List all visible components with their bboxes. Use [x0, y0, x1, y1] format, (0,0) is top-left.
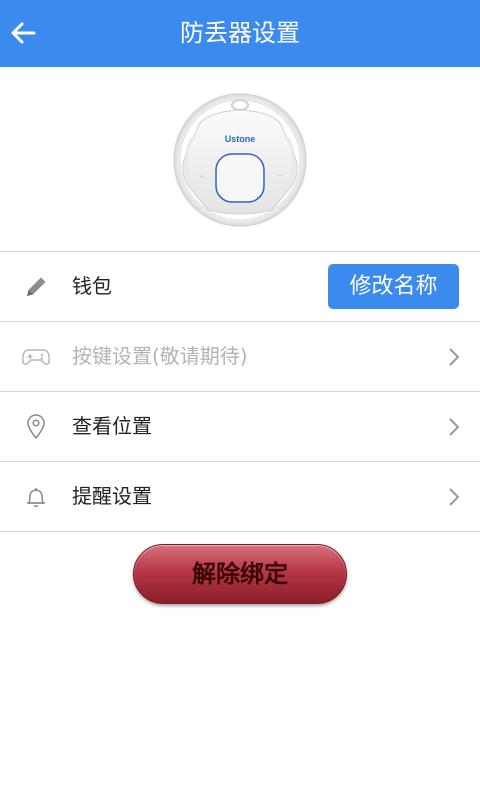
- tracker-device-image: Ustone + –: [173, 93, 307, 227]
- alert-settings-row[interactable]: 提醒设置: [0, 462, 480, 531]
- page-title: 防丢器设置: [180, 19, 300, 47]
- svg-text:+: +: [199, 172, 205, 183]
- rename-button[interactable]: 修改名称: [328, 264, 459, 309]
- svg-text:–: –: [277, 170, 283, 181]
- chevron-right-icon: [449, 488, 460, 506]
- chevron-right-icon: [449, 348, 460, 366]
- gamepad-icon: [22, 344, 50, 370]
- device-image-area: Ustone + –: [0, 67, 480, 251]
- unbind-button[interactable]: 解除绑定: [133, 544, 347, 604]
- device-name-label: 钱包: [72, 274, 112, 298]
- bell-icon: [22, 484, 50, 510]
- rename-row: 钱包 修改名称: [0, 252, 480, 321]
- key-settings-row[interactable]: 按键设置(敬请期待): [0, 322, 480, 391]
- alert-settings-label: 提醒设置: [72, 484, 152, 508]
- view-location-row[interactable]: 查看位置: [0, 392, 480, 461]
- location-pin-icon: [22, 414, 50, 440]
- divider: [0, 531, 480, 532]
- svg-text:Ustone: Ustone: [225, 134, 256, 144]
- pencil-icon: [22, 274, 50, 300]
- key-settings-label: 按键设置(敬请期待): [72, 344, 248, 368]
- view-location-label: 查看位置: [72, 414, 152, 438]
- app-header: 防丢器设置: [0, 0, 480, 67]
- chevron-right-icon: [449, 418, 460, 436]
